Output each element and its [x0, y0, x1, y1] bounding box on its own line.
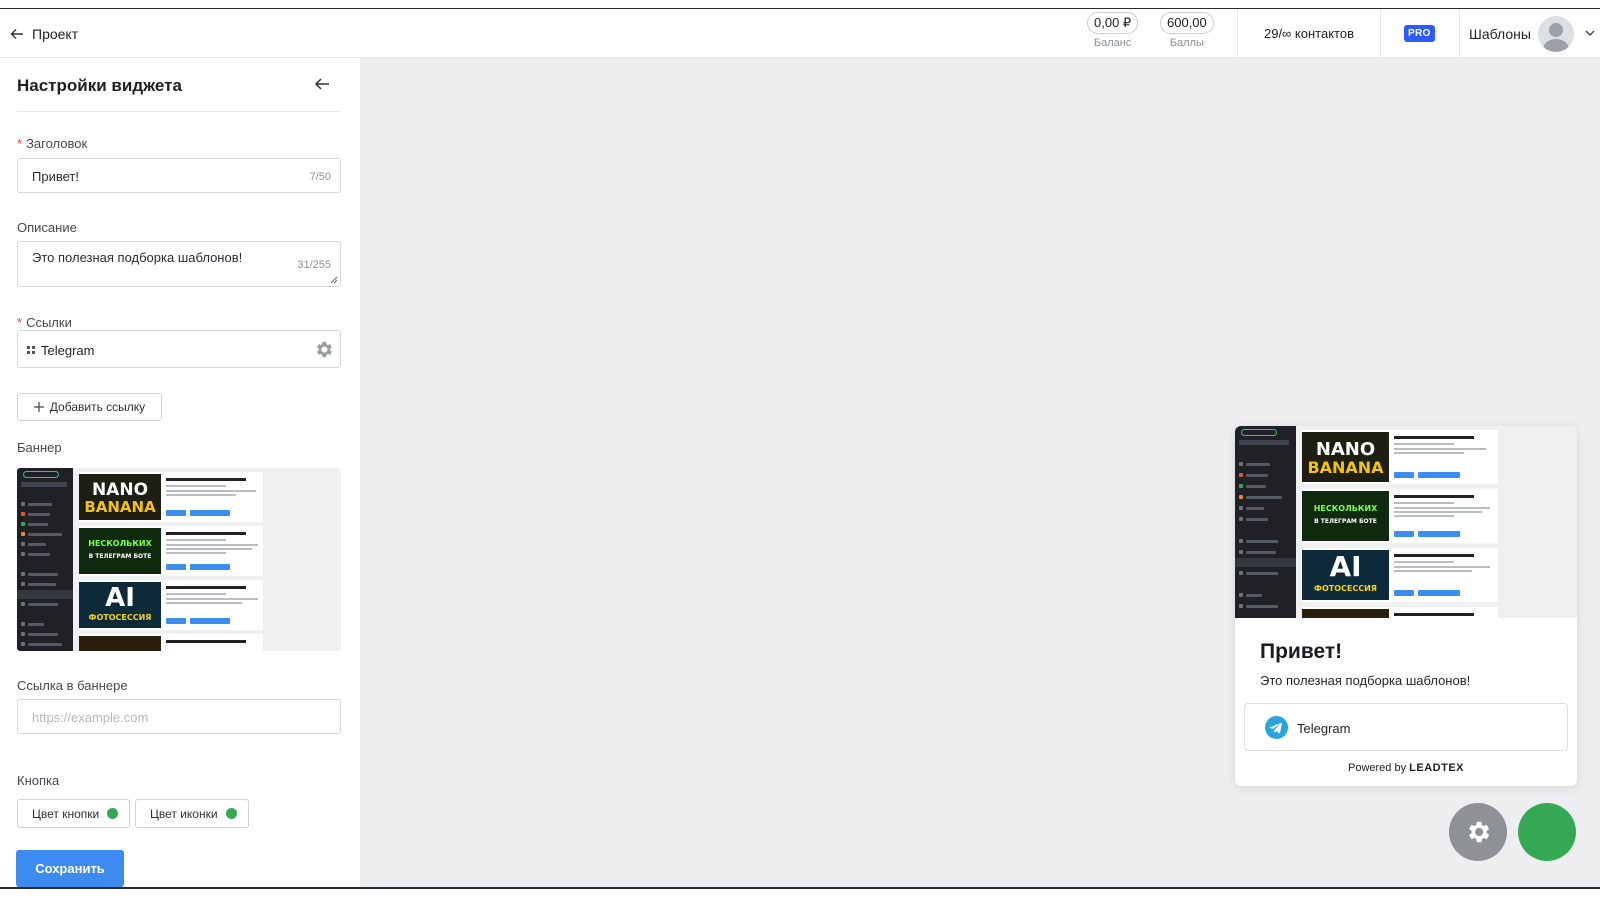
points-value: 600,00: [1160, 12, 1214, 34]
collapse-panel-icon[interactable]: [314, 76, 330, 92]
resize-handle-icon[interactable]: [330, 276, 338, 284]
add-link-label: Добавить ссылку: [49, 400, 146, 414]
back-to-project-link[interactable]: Проект: [10, 9, 78, 58]
balance-value: 0,00 ₽: [1087, 12, 1139, 34]
powered-prefix: Powered by: [1348, 762, 1407, 774]
points-stat[interactable]: 600,00 Баллы: [1160, 12, 1214, 49]
widget-banner-card: НЕСКОЛЬКИХ В ТЕЛЕГРАМ БОТЕ: [1302, 489, 1498, 543]
panel-title: Настройки виджета: [17, 76, 182, 95]
icon-color-swatch: [225, 808, 237, 819]
banner-label: Баннер: [17, 440, 62, 455]
description-char-counter: 31/255: [297, 259, 331, 271]
gear-icon[interactable]: [313, 339, 334, 360]
button-section-label: Кнопка: [17, 773, 60, 788]
banner-mini-sidebar: [17, 468, 73, 651]
top-header: Проект 0,00 ₽ Баланс 600,00 Баллы 29/∞ к…: [0, 9, 1600, 58]
chevron-down-icon[interactable]: [1584, 27, 1596, 39]
add-link-button[interactable]: Добавить ссылку: [17, 393, 162, 421]
heading-label: * Заголовок: [17, 136, 87, 151]
widget-settings-panel: Настройки виджета * Заголовок Привет! 7/5…: [0, 58, 360, 887]
widget-settings-fab[interactable]: [1449, 803, 1507, 861]
widget-banner-card: NANO BANANA: [1302, 430, 1498, 484]
description-value: Это полезная подборка шаблонов!: [32, 250, 243, 265]
button-color-label: Цвет кнопки: [32, 806, 100, 821]
balance-stat[interactable]: 0,00 ₽ Баланс: [1087, 12, 1139, 49]
powered-by-footer[interactable]: Powered by LEADTEX: [1235, 762, 1577, 774]
heading-input[interactable]: Привет! 7/50: [17, 158, 341, 193]
widget-title: Привет!: [1260, 640, 1343, 663]
widget-banner-card: AI ФОТОСЕССИЯ: [1302, 548, 1498, 602]
banner-link-label: Ссылка в баннере: [17, 678, 128, 693]
pro-badge[interactable]: PRO: [1404, 25, 1435, 42]
widget-description: Это полезная подборка шаблонов!: [1260, 673, 1471, 688]
banner-link-placeholder: https://example.com: [32, 710, 149, 725]
icon-color-picker[interactable]: Цвет иконки: [135, 799, 249, 828]
description-textarea[interactable]: Это полезная подборка шаблонов! 31/255: [17, 241, 341, 287]
widget-preview-card: NANO BANANA НЕСКОЛЬКИХ В ТЕЛЕГРАМ БОТЕ A…: [1235, 426, 1577, 786]
widget-banner-image[interactable]: NANO BANANA НЕСКОЛЬКИХ В ТЕЛЕГРАМ БОТЕ A…: [1235, 426, 1577, 618]
banner-card: НЕСКОЛЬКИХ В ТЕЛЕГРАМ БОТЕ: [79, 526, 263, 576]
links-label: * Ссылки: [17, 315, 72, 330]
heading-label-text: Заголовок: [26, 136, 88, 151]
banner-card: NANO BANANA: [79, 472, 263, 522]
balance-caption: Баланс: [1093, 37, 1132, 49]
header-divider: [1380, 9, 1381, 58]
banner-link-input[interactable]: https://example.com: [17, 699, 341, 734]
description-label: Описание: [17, 220, 77, 235]
link-item-label: Telegram: [41, 343, 95, 358]
widget-link-label: Telegram: [1297, 721, 1351, 736]
contacts-counter[interactable]: 29/∞ контактов: [1238, 9, 1380, 58]
points-caption: Баллы: [1169, 37, 1204, 49]
required-mark: *: [17, 136, 23, 151]
gear-icon: [1469, 821, 1490, 843]
drag-handle-icon[interactable]: [27, 346, 35, 354]
save-button[interactable]: Сохранить: [16, 850, 124, 887]
widget-banner-card: [1302, 607, 1498, 618]
icon-color-label: Цвет иконки: [150, 806, 218, 821]
banner-card: AI ФОТОСЕССИЯ: [79, 580, 263, 630]
link-item-telegram[interactable]: Telegram: [17, 330, 341, 368]
widget-launcher-button[interactable]: [1518, 803, 1576, 861]
templates-menu[interactable]: Шаблоны: [1469, 9, 1531, 58]
required-mark: *: [17, 315, 23, 330]
user-avatar[interactable]: [1538, 16, 1574, 52]
powered-brand: LEADTEX: [1409, 762, 1464, 774]
header-divider: [1459, 9, 1460, 58]
widget-link-telegram[interactable]: Telegram: [1244, 703, 1568, 751]
heading-char-counter: 7/50: [309, 171, 331, 183]
widget-mini-sidebar: [1235, 426, 1296, 618]
window-bottom-border: [0, 887, 1600, 889]
banner-card: [79, 634, 263, 651]
panel-divider: [17, 111, 341, 112]
back-link-label: Проект: [32, 25, 79, 42]
heading-input-value: Привет!: [32, 169, 79, 184]
telegram-icon: [1265, 716, 1288, 739]
button-color-swatch: [107, 808, 119, 819]
arrow-left-icon: [10, 28, 23, 39]
button-color-picker[interactable]: Цвет кнопки: [17, 799, 131, 828]
plus-icon: [33, 402, 44, 412]
user-icon: [1542, 23, 1570, 52]
banner-upload-preview[interactable]: NANO BANANA НЕСКОЛЬКИХ В ТЕЛЕГРАМ БОТЕ A…: [17, 468, 341, 651]
links-label-text: Ссылки: [26, 315, 72, 330]
